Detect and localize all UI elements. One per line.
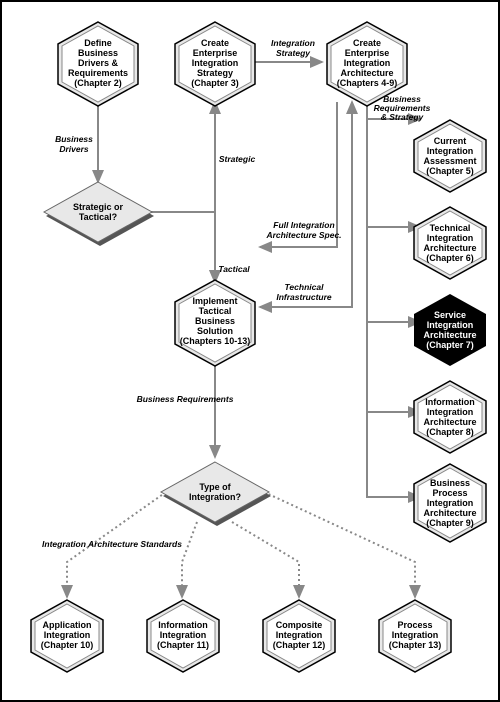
edge-arch-to-info	[367, 102, 420, 412]
svg-text:ApplicationIntegration(Chapter: ApplicationIntegration(Chapter 10)	[41, 620, 94, 650]
edge-decision1-tactical	[145, 212, 215, 282]
label-strategic: Strategic	[219, 154, 256, 164]
label-int-strategy: IntegrationStrategy	[271, 38, 315, 58]
edge-d2-info	[182, 522, 197, 597]
label-tactical: Tactical	[218, 264, 250, 274]
edge-d2-comp	[232, 522, 299, 597]
hex-comp12: CompositeIntegration(Chapter 12)	[263, 600, 335, 672]
diamond-decision2: Type ofIntegration?	[161, 462, 271, 526]
edge-techinfra	[260, 102, 352, 307]
label-fullspec: Full IntegrationArchitecture Spec.	[265, 220, 341, 240]
hex-assess: CurrentIntegrationAssessment(Chapter 5)	[414, 120, 486, 192]
edge-arch-to-biz	[367, 102, 420, 497]
hex-tech: TechnicalIntegrationArchitecture(Chapter…	[414, 207, 486, 279]
hex-biz: BusinessProcessIntegrationArchitecture(C…	[414, 464, 486, 542]
diamond-decision1: Strategic orTactical?	[44, 182, 154, 246]
edge-arch-to-service	[367, 102, 420, 322]
svg-text:TechnicalIntegrationArchitectu: TechnicalIntegrationArchitecture(Chapter…	[423, 223, 476, 263]
svg-text:InformationIntegrationArchitec: InformationIntegrationArchitecture(Chapt…	[423, 397, 476, 437]
hex-define: DefineBusinessDrivers &Requirements(Chap…	[58, 22, 138, 106]
svg-text:CompositeIntegration(Chapter 1: CompositeIntegration(Chapter 12)	[273, 620, 326, 650]
hex-info: InformationIntegrationArchitecture(Chapt…	[414, 381, 486, 453]
label-archstd: Integration Architecture Standards	[42, 539, 182, 549]
label-bizreq: Business Requirements	[137, 394, 234, 404]
label-techinfra: TechnicalInfrastructure	[276, 282, 332, 302]
hex-strategy: CreateEnterpriseIntegrationStrategy(Chap…	[175, 22, 255, 106]
svg-text:BusinessProcessIntegrationArch: BusinessProcessIntegrationArchitecture(C…	[423, 478, 476, 528]
svg-text:InformationIntegration(Chapter: InformationIntegration(Chapter 11)	[157, 620, 209, 650]
edge-d2-proc	[264, 492, 415, 597]
hex-info11: InformationIntegration(Chapter 11)	[147, 600, 219, 672]
hex-app10: ApplicationIntegration(Chapter 10)	[31, 600, 103, 672]
hex-proc13: ProcessIntegration(Chapter 13)	[379, 600, 451, 672]
hex-tactical: ImplementTacticalBusinessSolution(Chapte…	[175, 280, 255, 366]
svg-text:Strategic orTactical?: Strategic orTactical?	[73, 202, 124, 222]
label-biz-drivers: BusinessDrivers	[55, 134, 93, 154]
hex-service: ServiceIntegrationArchitecture(Chapter 7…	[414, 294, 486, 366]
